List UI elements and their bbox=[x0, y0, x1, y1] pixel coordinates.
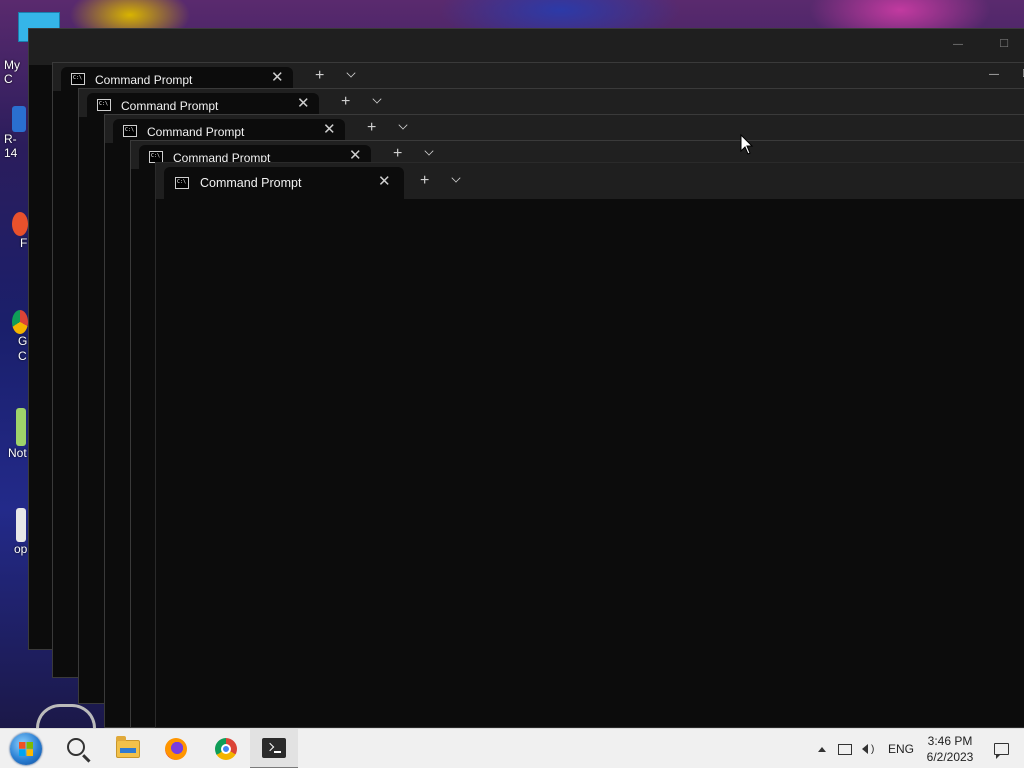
desktop-icon-firefox[interactable]: F bbox=[0, 212, 28, 250]
tab-title: Command Prompt bbox=[95, 73, 193, 87]
title-bar[interactable]: Command Prompt ✕ + — bbox=[79, 89, 1024, 117]
desktop-icon-op[interactable]: op bbox=[0, 508, 28, 556]
chevron-down-icon[interactable] bbox=[372, 94, 382, 104]
show-hidden-icons-button[interactable] bbox=[816, 729, 828, 768]
minimize-button[interactable]: — bbox=[1011, 95, 1024, 106]
close-tab-button[interactable]: ✕ bbox=[378, 173, 391, 191]
minimize-button[interactable]: — bbox=[971, 69, 1017, 80]
file-icon bbox=[16, 508, 26, 542]
desktop-icon-label: op bbox=[14, 542, 28, 556]
desktop-icon-chrome[interactable]: G C bbox=[0, 310, 28, 364]
firefox-icon bbox=[165, 738, 187, 760]
terminal-button[interactable] bbox=[250, 729, 298, 768]
decorative-swirl bbox=[36, 704, 96, 728]
title-bar[interactable]: Command Prompt ✕ + — bbox=[105, 115, 1024, 143]
window-controls: — bbox=[1011, 91, 1024, 106]
maximize-button[interactable]: □ bbox=[1017, 65, 1024, 80]
chrome-icon bbox=[12, 310, 28, 334]
title-bar[interactable]: — □ bbox=[29, 29, 1024, 65]
terminal-icon bbox=[262, 738, 286, 758]
cmd-icon bbox=[71, 73, 85, 85]
folder-icon bbox=[116, 736, 140, 758]
windows-logo-icon bbox=[10, 733, 42, 765]
close-tab-button[interactable]: ✕ bbox=[297, 95, 310, 113]
tab-title: Command Prompt bbox=[147, 125, 245, 139]
firefox-button[interactable] bbox=[152, 729, 200, 768]
notifications-button[interactable] bbox=[992, 729, 1010, 768]
notification-icon bbox=[993, 743, 1009, 759]
clock-date: 6/2/2023 bbox=[926, 750, 974, 764]
file-explorer-button[interactable] bbox=[104, 729, 152, 768]
start-button[interactable] bbox=[2, 729, 50, 768]
taskbar: ) ENG 3:46 PM 6/2/2023 bbox=[0, 728, 1024, 768]
terminal-window-front[interactable]: Command Prompt ✕ + bbox=[155, 162, 1024, 728]
tab-title: Command Prompt bbox=[121, 99, 219, 113]
language-indicator[interactable]: ENG bbox=[888, 729, 914, 768]
chevron-down-icon[interactable] bbox=[451, 173, 461, 183]
new-tab-button[interactable]: + bbox=[341, 94, 350, 110]
desktop-icon-label: Not bbox=[8, 446, 27, 460]
cmd-icon bbox=[123, 125, 137, 137]
new-tab-button[interactable]: + bbox=[367, 120, 376, 136]
chrome-icon bbox=[215, 738, 237, 760]
minimize-button[interactable]: — bbox=[935, 39, 981, 50]
desktop-icon-label: R-14 bbox=[4, 132, 18, 160]
network-icon[interactable] bbox=[838, 729, 854, 768]
clock[interactable]: 3:46 PM 6/2/2023 bbox=[920, 729, 980, 768]
app-icon bbox=[12, 106, 26, 132]
maximize-button[interactable]: □ bbox=[981, 35, 1024, 50]
chrome-button[interactable] bbox=[202, 729, 250, 768]
desktop-icon-notepad[interactable]: Not bbox=[0, 408, 28, 460]
title-bar[interactable]: Command Prompt ✕ + —□ bbox=[53, 63, 1024, 91]
desktop-icon-my-computer[interactable]: My C bbox=[0, 58, 28, 86]
desktop-icon-label: My C bbox=[4, 58, 20, 86]
search-button[interactable] bbox=[54, 729, 102, 768]
window-controls: —□ bbox=[935, 35, 1024, 50]
desktop-icon-r14[interactable]: R-14 bbox=[0, 106, 28, 160]
new-tab-button[interactable]: + bbox=[393, 146, 402, 162]
firefox-icon bbox=[12, 212, 28, 236]
close-tab-button[interactable]: ✕ bbox=[271, 69, 284, 87]
volume-icon[interactable]: ) bbox=[862, 729, 878, 768]
new-tab-button[interactable]: + bbox=[420, 173, 429, 189]
window-controls: —□ bbox=[971, 65, 1024, 80]
chevron-down-icon[interactable] bbox=[424, 146, 434, 156]
desktop-icon-label: G C bbox=[18, 334, 28, 363]
search-icon bbox=[67, 738, 85, 756]
tab-command-prompt[interactable]: Command Prompt ✕ bbox=[164, 167, 404, 199]
cmd-icon bbox=[175, 177, 189, 189]
chevron-down-icon[interactable] bbox=[398, 120, 408, 130]
notepad-icon bbox=[16, 408, 26, 446]
close-tab-button[interactable]: ✕ bbox=[323, 121, 336, 139]
cmd-icon bbox=[97, 99, 111, 111]
title-bar[interactable]: Command Prompt ✕ + bbox=[156, 163, 1024, 199]
terminal-content[interactable] bbox=[156, 199, 1024, 727]
desktop-icon-label: F bbox=[20, 236, 28, 250]
tab-title: Command Prompt bbox=[200, 176, 302, 190]
clock-time: 3:46 PM bbox=[927, 734, 973, 748]
new-tab-button[interactable]: + bbox=[315, 68, 324, 84]
chevron-down-icon[interactable] bbox=[346, 68, 356, 78]
